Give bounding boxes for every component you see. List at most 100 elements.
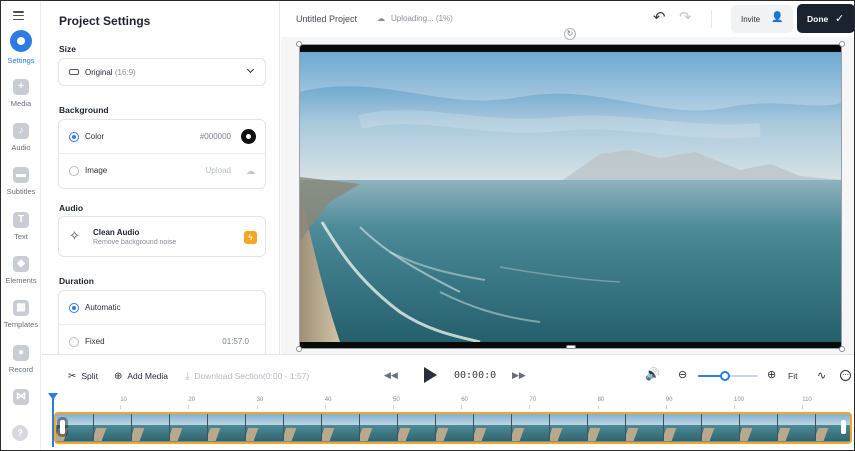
timecode: 00:00:0 — [454, 370, 497, 381]
fixed-option-label: Fixed — [85, 337, 105, 346]
rail-item-elements[interactable]: ◆ Elements — [1, 256, 41, 285]
rail-item-templates[interactable]: ▦ Templates — [1, 300, 41, 329]
rail-label: Elements — [5, 276, 37, 285]
editor-window: Settings + Media ♪ Audio ▬ Subtitles T T… — [0, 0, 855, 451]
templates-icon: ▦ — [13, 300, 29, 316]
download-section-button[interactable]: ⤓ Download Section(0:00 - 1:57) — [185, 371, 309, 382]
undo-icon[interactable]: ↶ — [653, 10, 666, 26]
rail-label: Templates — [3, 320, 39, 329]
fit-button[interactable]: Fit — [788, 371, 797, 381]
video-preview[interactable] — [299, 44, 842, 349]
ruler-tick: 70 — [529, 397, 537, 409]
rail-item-subtitles[interactable]: ▬ Subtitles — [1, 167, 41, 196]
image-radio[interactable] — [69, 166, 79, 176]
clip-thumbnail — [395, 414, 436, 441]
color-picker-icon[interactable] — [241, 129, 256, 144]
add-media-button[interactable]: ⊕ Add Media — [114, 371, 168, 382]
background-color-row[interactable]: Color #000000 — [59, 120, 265, 154]
rail-item-settings[interactable]: Settings — [1, 30, 41, 65]
rail-item-text[interactable]: T Text — [1, 212, 41, 241]
ruler-tick: 40 — [324, 397, 332, 409]
color-radio[interactable] — [69, 132, 79, 142]
duration-fixed-row[interactable]: Fixed 01:57.0 — [59, 325, 265, 354]
video-clip-track[interactable] — [54, 412, 852, 444]
rotate-icon[interactable]: ↻ — [564, 28, 576, 40]
ruler-tick: 90 — [665, 397, 673, 409]
clip-thumbnail — [281, 414, 322, 441]
done-button[interactable]: Done ✓ — [797, 4, 854, 33]
zoom-in-icon[interactable]: ⊕ — [767, 368, 776, 381]
divider — [711, 10, 712, 28]
transitions-icon: ⋈ — [13, 389, 29, 405]
audio-label: Audio — [59, 203, 84, 213]
clip-thumbnail — [509, 414, 550, 441]
rail-item-transitions[interactable]: ⋈ — [1, 389, 41, 405]
rail-label: Subtitles — [6, 187, 36, 196]
clip-thumbnail — [167, 414, 208, 441]
rail-label: Media — [10, 99, 32, 108]
color-option-label: Color — [85, 132, 105, 141]
record-icon: ● — [13, 345, 29, 361]
download-icon: ⤓ — [185, 371, 190, 382]
fast-forward-icon[interactable]: ▶▶ — [512, 370, 526, 381]
more-options-icon[interactable]: ⋯ — [840, 370, 851, 381]
clean-audio-title: Clean Audio — [93, 228, 140, 237]
rail-item-media[interactable]: + Media — [1, 79, 41, 108]
rewind-icon[interactable]: ◀◀ — [384, 370, 398, 381]
background-image-row[interactable]: Image Upload ☁ — [59, 154, 265, 188]
automatic-radio[interactable] — [69, 303, 79, 313]
resize-handle[interactable] — [839, 41, 845, 47]
rail-label: Text — [14, 232, 28, 241]
automatic-option-label: Automatic — [85, 303, 121, 312]
resize-handle[interactable] — [566, 345, 576, 349]
upload-cloud-icon[interactable]: ☁ — [246, 166, 255, 177]
fixed-radio[interactable] — [69, 337, 79, 347]
zoom-out-icon[interactable]: ⊖ — [678, 368, 687, 381]
volume-icon[interactable]: 🔊 — [645, 367, 660, 381]
clip-thumbnail — [243, 414, 284, 441]
playhead-marker[interactable] — [48, 393, 58, 400]
clip-thumbnail — [585, 414, 626, 441]
invite-label: Invite — [741, 15, 761, 24]
music-note-icon: ♪ — [13, 123, 29, 139]
redo-icon[interactable]: ↷ — [679, 10, 692, 26]
aspect-ratio-icon — [69, 69, 79, 75]
upload-status: ☁ Uploading... (1%) — [377, 14, 453, 23]
background-label: Background — [59, 105, 109, 115]
trim-handle-left[interactable] — [60, 420, 65, 434]
sparkle-icon: ✧ — [69, 228, 80, 243]
invite-button[interactable]: Invite 👤 — [731, 5, 793, 33]
clean-audio-subtitle: Remove background noise — [93, 239, 177, 246]
help-icon[interactable]: ? — [12, 425, 28, 441]
left-rail: Settings + Media ♪ Audio ▬ Subtitles T T… — [1, 1, 41, 450]
project-name[interactable]: Untitled Project — [296, 14, 357, 24]
playhead-line — [52, 399, 54, 447]
clean-audio-card[interactable]: ✧ Clean Audio Remove background noise ϟ — [58, 216, 266, 257]
ruler-tick: 20 — [188, 397, 196, 409]
resize-handle[interactable] — [296, 41, 302, 47]
timeline[interactable]: 10 20 30 40 50 60 70 80 90 100 110 — [42, 393, 854, 450]
rail-item-audio[interactable]: ♪ Audio — [1, 123, 41, 152]
clip-thumbnail — [357, 414, 398, 441]
rail-item-record[interactable]: ● Record — [1, 345, 41, 374]
upload-label[interactable]: Upload — [206, 166, 231, 175]
duration-automatic-row[interactable]: Automatic — [59, 291, 265, 325]
clip-thumbnail — [471, 414, 512, 441]
trim-handle-right[interactable] — [841, 420, 846, 434]
waveform-icon[interactable]: ∿ — [817, 369, 826, 382]
clip-thumbnail — [129, 414, 170, 441]
settings-icon — [10, 30, 32, 52]
add-user-icon: 👤 — [771, 12, 784, 23]
zoom-slider[interactable] — [698, 371, 758, 381]
chevron-down-icon — [246, 65, 255, 74]
menu-icon[interactable] — [13, 11, 24, 21]
clip-thumbnail — [91, 414, 132, 441]
resize-handle[interactable] — [296, 346, 302, 352]
fixed-duration-value[interactable]: 01:57.0 — [222, 337, 249, 346]
resize-handle[interactable] — [839, 346, 845, 352]
size-dropdown[interactable]: Original (16:9) — [58, 58, 266, 86]
done-label: Done — [807, 14, 829, 24]
zoom-slider-knob[interactable] — [720, 371, 730, 381]
split-button[interactable]: ✂ Split — [68, 371, 98, 382]
play-icon[interactable] — [424, 367, 437, 383]
